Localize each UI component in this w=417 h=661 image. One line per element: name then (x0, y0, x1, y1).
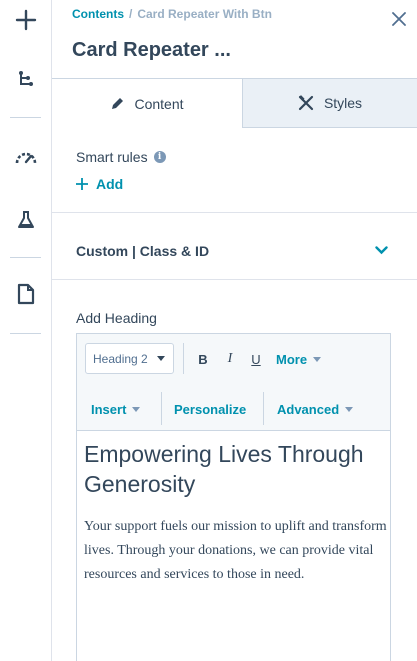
rich-text-editor: Heading 2 B I U More Insert Personalize … (76, 333, 391, 661)
heading-format-select[interactable]: Heading 2 (85, 343, 174, 374)
divider (52, 212, 417, 213)
paragraph-line: resources and services to those in need. (84, 567, 305, 582)
caret-down-icon (157, 356, 165, 361)
smart-rules-text: Smart rules (76, 149, 148, 165)
rail-divider (10, 333, 41, 334)
chevron-down-icon (374, 245, 388, 254)
page-settings-button[interactable] (6, 274, 46, 314)
editor-toolbar: Heading 2 B I U More Insert Personalize … (77, 334, 390, 431)
plus-icon (15, 9, 37, 31)
rail-divider (10, 117, 41, 118)
add-label: Add (96, 176, 124, 192)
insert-label: Insert (91, 401, 127, 417)
expand-toggle[interactable] (373, 242, 389, 258)
divider (52, 279, 417, 280)
underline-button[interactable]: U (247, 347, 265, 371)
paragraph-text[interactable]: Your support fuels our mission to uplift… (84, 515, 390, 587)
pencil-icon (112, 97, 124, 109)
breadcrumb-current: Card Repeater With Btn (137, 7, 272, 21)
breadcrumb-contents-link[interactable]: Contents (72, 7, 124, 21)
more-menu-button[interactable]: More (276, 347, 322, 371)
breadcrumb: Contents / Card Repeater With Btn (72, 7, 272, 21)
smart-rules-label: Smart rules i (76, 149, 166, 165)
add-heading-label: Add Heading (76, 310, 157, 326)
layout-tree-button[interactable] (6, 60, 46, 100)
insert-menu-button[interactable]: Insert (91, 397, 141, 421)
tree-structure-icon (19, 71, 33, 86)
toolbar-divider (183, 343, 184, 374)
caret-down-icon (345, 406, 354, 412)
italic-button[interactable]: I (221, 347, 239, 371)
breadcrumb-separator: / (129, 7, 133, 21)
personalize-button[interactable]: Personalize (174, 397, 246, 421)
page-title: Card Repeater ... (72, 39, 231, 61)
plus-icon (76, 178, 88, 190)
flask-icon (18, 211, 34, 228)
optimize-button[interactable] (6, 137, 46, 177)
close-icon (392, 12, 406, 26)
speedometer-icon (15, 152, 37, 164)
advanced-menu-button[interactable]: Advanced (277, 397, 354, 421)
tab-styles[interactable]: Styles (243, 78, 417, 128)
tab-styles-label: Styles (323, 95, 363, 111)
rail-divider (10, 257, 41, 258)
caret-down-icon (313, 356, 322, 362)
personalize-label: Personalize (174, 401, 247, 417)
left-rail (0, 0, 52, 661)
document-icon (17, 283, 35, 305)
close-button[interactable] (389, 9, 409, 29)
bold-button[interactable]: B (194, 347, 212, 371)
add-smart-rule-button[interactable]: Add (76, 176, 123, 192)
toolbar-divider (263, 392, 264, 425)
editor-tabs: Content Styles (52, 78, 417, 128)
editor-content-area[interactable]: Empowering Lives Through Generosity Your… (77, 431, 390, 661)
caret-down-icon (132, 406, 141, 412)
paint-tools-icon (298, 95, 314, 111)
tab-content-label: Content (134, 95, 184, 112)
heading-text[interactable]: Empowering Lives Through Generosity (84, 439, 384, 499)
content-panel: Smart rules i Add Custom | Class & ID Ad… (52, 128, 417, 661)
tab-content[interactable]: Content (52, 78, 243, 128)
more-label: More (276, 351, 308, 367)
paragraph-line: Your support fuels our mission to uplift… (84, 519, 387, 558)
toolbar-divider (161, 392, 162, 425)
custom-class-id-header[interactable]: Custom | Class & ID (76, 243, 209, 259)
info-icon[interactable]: i (153, 151, 166, 163)
advanced-label: Advanced (277, 401, 340, 417)
test-button[interactable] (6, 200, 46, 240)
add-module-button[interactable] (6, 0, 46, 40)
heading-format-value: Heading 2 (93, 351, 148, 366)
